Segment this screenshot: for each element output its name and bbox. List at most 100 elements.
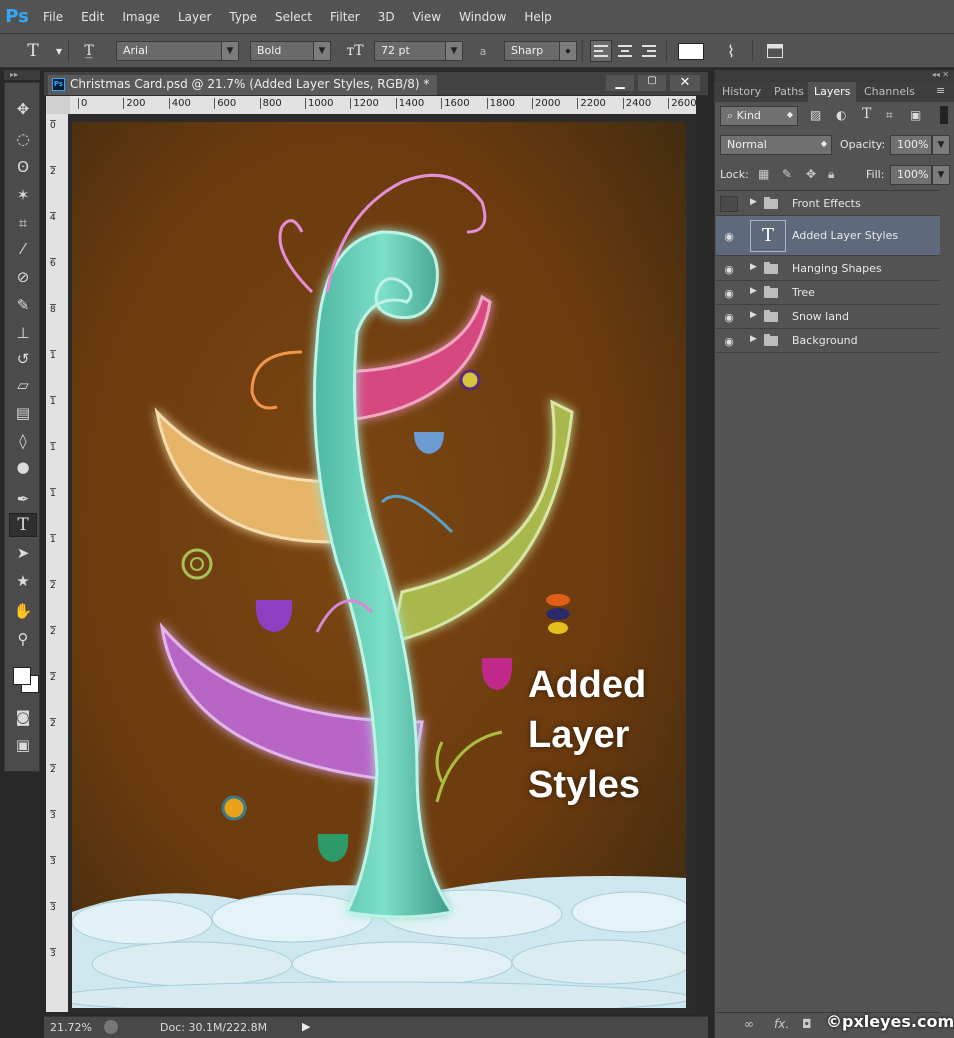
filter-adjustment-icon[interactable]: ◐: [836, 108, 846, 122]
layer-mask-icon[interactable]: ◘: [802, 1017, 812, 1031]
document-tab[interactable]: Ps Christmas Card.psd @ 21.7% (Added Lay…: [48, 75, 438, 95]
text-color-swatch[interactable]: [678, 43, 704, 60]
menu-select[interactable]: Select: [266, 10, 321, 24]
hand-tool-icon[interactable]: ✋: [9, 599, 37, 623]
filter-toggle[interactable]: [940, 106, 948, 124]
blend-mode-select[interactable]: Normal ◆: [720, 135, 832, 155]
link-layers-icon[interactable]: ∞: [744, 1017, 754, 1031]
eye-icon[interactable]: ◉: [720, 228, 738, 244]
type-tool-preset-icon[interactable]: T: [22, 40, 44, 62]
minimize-button[interactable]: ▁: [606, 75, 634, 91]
layer-tree[interactable]: ◉ ▶ Tree: [716, 281, 940, 305]
font-family-select[interactable]: Arial: [116, 41, 222, 61]
eye-icon[interactable]: ◉: [720, 261, 738, 277]
align-right-icon[interactable]: [638, 40, 660, 62]
expand-arrow-icon[interactable]: ▶: [750, 334, 757, 344]
tab-paths[interactable]: Paths: [768, 82, 810, 102]
status-menu-arrow-icon[interactable]: ▶: [302, 1020, 310, 1033]
menu-type[interactable]: Type: [220, 10, 266, 24]
history-brush-icon[interactable]: ↺: [9, 347, 37, 371]
quick-mask-icon[interactable]: ◙: [9, 705, 37, 729]
tab-layers[interactable]: Layers: [808, 82, 857, 102]
eraser-tool-icon[interactable]: ▱: [9, 373, 37, 397]
font-style-select[interactable]: Bold: [250, 41, 314, 61]
text-orientation-icon[interactable]: T̲: [78, 40, 100, 62]
menu-help[interactable]: Help: [515, 10, 560, 24]
close-button[interactable]: ✕: [670, 75, 700, 91]
screen-mode-icon[interactable]: ▣: [9, 733, 37, 757]
layer-fx-icon[interactable]: fx.: [774, 1017, 789, 1031]
quick-selection-icon[interactable]: ✶: [9, 183, 37, 207]
menu-window[interactable]: Window: [450, 10, 515, 24]
move-tool-icon[interactable]: ✥: [9, 97, 37, 121]
layer-hanging-shapes[interactable]: ◉ ▶ Hanging Shapes: [716, 257, 940, 281]
expand-arrow-icon[interactable]: ▶: [750, 310, 757, 320]
gradient-tool-icon[interactable]: ▤: [9, 401, 37, 425]
chevron-down-icon[interactable]: ▼: [48, 40, 70, 62]
menu-layer[interactable]: Layer: [169, 10, 220, 24]
opacity-dropdown-arrow[interactable]: ▼: [932, 135, 950, 155]
document-canvas[interactable]: Added Layer Styles: [72, 122, 686, 1008]
opacity-field[interactable]: 100%: [890, 135, 932, 155]
menu-edit[interactable]: Edit: [72, 10, 113, 24]
canvas-text-layer[interactable]: Added Layer Styles: [528, 660, 646, 810]
lock-position-icon[interactable]: ✥: [806, 167, 816, 181]
filter-shape-icon[interactable]: ⌗: [886, 108, 893, 123]
status-info-icon[interactable]: [104, 1020, 118, 1034]
lock-all-icon[interactable]: 🔒︎: [828, 167, 834, 182]
expand-arrow-icon[interactable]: ▶: [750, 197, 757, 207]
layer-added-layer-styles[interactable]: ◉ T Added Layer Styles: [716, 216, 940, 256]
filter-kind-select[interactable]: ⌕ Kind ◆: [720, 106, 798, 126]
blur-tool-icon[interactable]: ◊: [9, 429, 37, 453]
foreground-color-swatch[interactable]: [13, 667, 31, 685]
layer-front-effects[interactable]: ▶ Front Effects: [716, 192, 940, 216]
antialias-select[interactable]: Sharp: [504, 41, 560, 61]
filter-pixel-icon[interactable]: ▨: [810, 108, 821, 122]
pen-tool-icon[interactable]: ✒: [9, 487, 37, 511]
menu-file[interactable]: File: [34, 10, 72, 24]
menu-3d[interactable]: 3D: [369, 10, 404, 24]
antialias-dropdown-arrow[interactable]: ◆: [559, 41, 577, 61]
visibility-toggle-off[interactable]: [720, 196, 738, 212]
marquee-tool-icon[interactable]: ◌: [9, 127, 37, 151]
eye-icon[interactable]: ◉: [720, 309, 738, 325]
align-center-icon[interactable]: [614, 40, 636, 62]
tab-channels[interactable]: Channels: [858, 82, 921, 102]
ruler-vertical[interactable]: 0 2 4 6 8 1 1 1 1 1 2 2 2 2 2 3 3 3 3: [46, 114, 68, 1012]
lock-pixels-icon[interactable]: ✎: [782, 167, 792, 181]
path-selection-icon[interactable]: ➤: [9, 541, 37, 565]
fill-dropdown-arrow[interactable]: ▼: [932, 165, 950, 185]
shape-tool-icon[interactable]: ★: [9, 569, 37, 593]
zoom-tool-icon[interactable]: ⚲: [9, 627, 37, 651]
character-panel-icon[interactable]: [764, 40, 786, 62]
dodge-tool-icon[interactable]: ●: [9, 455, 37, 479]
layer-snow-land[interactable]: ◉ ▶ Snow land: [716, 305, 940, 329]
maximize-button[interactable]: ▢: [638, 75, 666, 91]
font-style-dropdown-arrow[interactable]: ▼: [313, 41, 331, 61]
brush-tool-icon[interactable]: ✎: [9, 293, 37, 317]
crop-tool-icon[interactable]: ⌗: [9, 211, 37, 235]
eyedropper-tool-icon[interactable]: ⁄: [9, 237, 37, 261]
panel-menu-icon[interactable]: ≡: [936, 84, 945, 97]
eye-icon[interactable]: ◉: [720, 285, 738, 301]
eye-icon[interactable]: ◉: [720, 333, 738, 349]
type-tool-icon[interactable]: T: [9, 513, 37, 537]
ruler-horizontal[interactable]: 0 200 400 600 800 1000 1200 1400 1600 1800 2000 220…: [70, 96, 697, 114]
menu-view[interactable]: View: [404, 10, 450, 24]
ruler-origin[interactable]: [46, 96, 70, 114]
expand-arrow-icon[interactable]: ▶: [750, 286, 757, 296]
menu-image[interactable]: Image: [113, 10, 169, 24]
toolbox-collapse[interactable]: ▸▸: [4, 70, 40, 80]
lasso-tool-icon[interactable]: ʘ: [9, 155, 37, 179]
align-left-icon[interactable]: [590, 40, 612, 62]
expand-arrow-icon[interactable]: ▶: [750, 262, 757, 272]
fill-field[interactable]: 100%: [890, 165, 932, 185]
filter-type-icon[interactable]: T: [862, 106, 871, 122]
font-size-field[interactable]: 72 pt: [374, 41, 446, 61]
filter-smart-object-icon[interactable]: ▣: [910, 108, 921, 122]
warp-text-icon[interactable]: ⌇: [720, 40, 742, 62]
menu-filter[interactable]: Filter: [321, 10, 369, 24]
font-family-dropdown-arrow[interactable]: ▼: [221, 41, 239, 61]
panel-collapse[interactable]: ◂◂ ✕: [715, 70, 954, 82]
font-size-dropdown-arrow[interactable]: ▼: [445, 41, 463, 61]
